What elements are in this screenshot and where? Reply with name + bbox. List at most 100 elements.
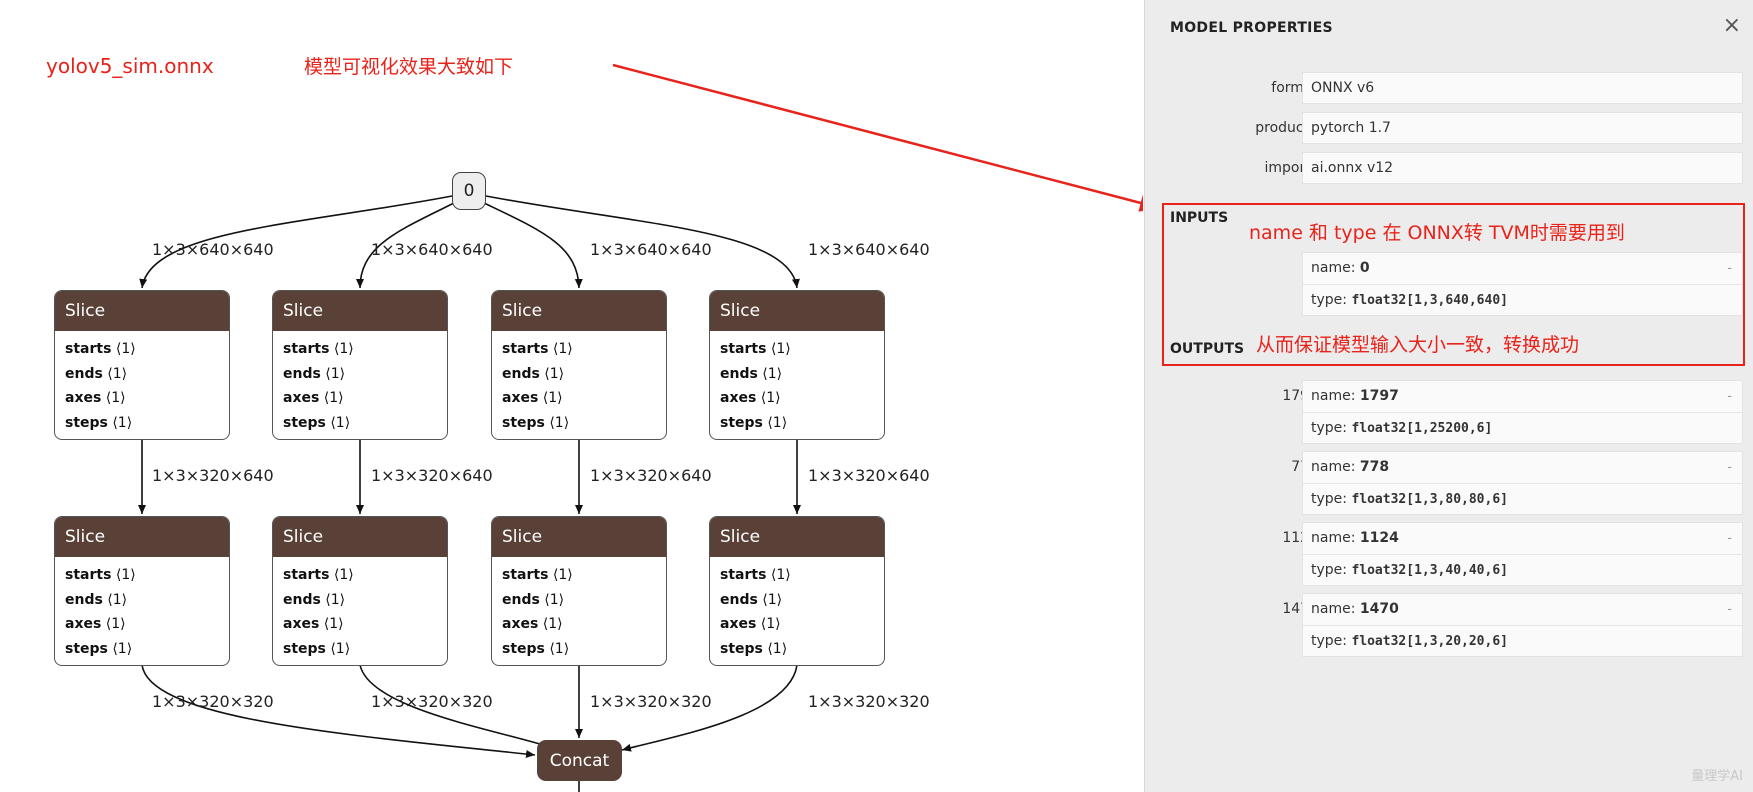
slice-node-attributes: starts ⟨1⟩ ends ⟨1⟩ axes ⟨1⟩ steps ⟨1⟩ (55, 557, 229, 665)
slice-node[interactable]: Slice starts ⟨1⟩ ends ⟨1⟩ axes ⟨1⟩ steps ⟨1⟩ (709, 290, 885, 440)
slice-attribute-steps: steps ⟨1⟩ (283, 637, 437, 662)
expand-dash-icon[interactable]: - (1727, 594, 1732, 625)
attribute-value: ⟨1⟩ (549, 414, 570, 431)
attribute-key: steps (502, 414, 545, 431)
slice-node[interactable]: Slice starts ⟨1⟩ ends ⟨1⟩ axes ⟨1⟩ steps ⟨1⟩ (491, 516, 667, 666)
file-title: yolov5_sim.onnx (46, 54, 214, 78)
argument-type-row: type: float32[1,3,80,80,6] (1303, 483, 1742, 515)
name-prefix: name: (1311, 530, 1360, 546)
expand-dash-icon[interactable]: - (1727, 381, 1732, 412)
argument-type: float32[1,25200,6] (1351, 421, 1493, 436)
slice-attribute-steps: steps ⟨1⟩ (502, 411, 656, 436)
attribute-value: ⟨1⟩ (762, 591, 783, 608)
attribute-key: steps (65, 640, 108, 657)
slice-attribute-steps: steps ⟨1⟩ (65, 637, 219, 662)
edge-label-input: 1×3×640×640 (371, 240, 493, 259)
close-icon[interactable]: × (1723, 15, 1741, 37)
argument-name: 1124 (1359, 530, 1399, 546)
slice-node[interactable]: Slice starts ⟨1⟩ ends ⟨1⟩ axes ⟨1⟩ steps ⟨1⟩ (54, 516, 230, 666)
slice-attribute-ends: ends ⟨1⟩ (720, 588, 874, 613)
attribute-key: axes (283, 390, 320, 406)
attribute-value: ⟨1⟩ (105, 390, 126, 406)
expand-dash-icon[interactable]: - (1727, 452, 1732, 483)
slice-attribute-ends: ends ⟨1⟩ (283, 362, 437, 387)
outputs-argument[interactable]: name: 778- type: float32[1,3,80,80,6] (1302, 451, 1743, 515)
attribute-value: ⟨1⟩ (323, 616, 344, 632)
outputs-argument[interactable]: name: 1797- type: float32[1,25200,6] (1302, 380, 1743, 444)
attribute-value: ⟨1⟩ (105, 616, 126, 632)
attribute-key: ends (65, 591, 103, 608)
slice-node-attributes: starts ⟨1⟩ ends ⟨1⟩ axes ⟨1⟩ steps ⟨1⟩ (273, 557, 447, 665)
name-prefix: name: (1311, 601, 1360, 617)
slice-node[interactable]: Slice starts ⟨1⟩ ends ⟨1⟩ axes ⟨1⟩ steps ⟨1⟩ (272, 516, 448, 666)
attribute-key: steps (720, 414, 763, 431)
slice-node-attributes: starts ⟨1⟩ ends ⟨1⟩ axes ⟨1⟩ steps ⟨1⟩ (55, 331, 229, 439)
graph-canvas[interactable]: yolov5_sim.onnx 模型可视化效果大致如下 0 1×3×640×64… (0, 0, 1143, 792)
attribute-value: ⟨1⟩ (112, 640, 133, 657)
slice-attribute-axes: axes ⟨1⟩ (283, 612, 437, 637)
argument-type: float32[1,3,80,80,6] (1351, 492, 1508, 507)
attribute-key: starts (65, 341, 112, 357)
attribute-key: axes (502, 616, 539, 632)
argument-name-row: name: 778 - (1303, 452, 1742, 483)
attribute-value: ⟨1⟩ (107, 365, 128, 382)
argument-type-row: type: float32[1,3,40,40,6] (1303, 554, 1742, 586)
attribute-key: ends (720, 591, 758, 608)
attribute-key: starts (720, 567, 767, 583)
attribute-value: ⟨1⟩ (767, 414, 788, 431)
slice-attribute-steps: steps ⟨1⟩ (720, 411, 874, 436)
attribute-value: ⟨1⟩ (552, 341, 573, 357)
outputs-argument[interactable]: name: 1470- type: float32[1,3,20,20,6] (1302, 593, 1743, 657)
type-prefix: type: (1311, 491, 1352, 507)
edge-label-mid: 1×3×320×640 (371, 466, 493, 485)
slice-attribute-ends: ends ⟨1⟩ (502, 588, 656, 613)
input-node[interactable]: 0 (452, 172, 486, 210)
outputs-argument[interactable]: name: 1124- type: float32[1,3,40,40,6] (1302, 522, 1743, 586)
prop-value-producer[interactable]: pytorch 1.7 (1302, 112, 1743, 144)
slice-node[interactable]: Slice starts ⟨1⟩ ends ⟨1⟩ axes ⟨1⟩ steps ⟨1⟩ (54, 290, 230, 440)
slice-node[interactable]: Slice starts ⟨1⟩ ends ⟨1⟩ axes ⟨1⟩ steps ⟨1⟩ (491, 290, 667, 440)
concat-node[interactable]: Concat (537, 740, 622, 781)
slice-attribute-axes: axes ⟨1⟩ (502, 386, 656, 411)
attribute-value: ⟨1⟩ (552, 567, 573, 583)
type-prefix: type: (1311, 633, 1352, 649)
slice-node[interactable]: Slice starts ⟨1⟩ ends ⟨1⟩ axes ⟨1⟩ steps ⟨1⟩ (709, 516, 885, 666)
name-prefix: name: (1311, 459, 1360, 475)
prop-value-format[interactable]: ONNX v6 (1302, 72, 1743, 104)
edge-label-out: 1×3×320×320 (808, 692, 930, 711)
slice-attribute-ends: ends ⟨1⟩ (720, 362, 874, 387)
edge-label-input: 1×3×640×640 (808, 240, 930, 259)
attribute-value: ⟨1⟩ (549, 640, 570, 657)
attribute-value: ⟨1⟩ (330, 414, 351, 431)
attribute-key: steps (502, 640, 545, 657)
slice-node[interactable]: Slice starts ⟨1⟩ ends ⟨1⟩ axes ⟨1⟩ steps ⟨1⟩ (272, 290, 448, 440)
attribute-value: ⟨1⟩ (115, 341, 136, 357)
expand-dash-icon[interactable]: - (1727, 523, 1732, 554)
slice-node-title: Slice (273, 291, 447, 331)
slice-attribute-steps: steps ⟨1⟩ (502, 637, 656, 662)
slice-attribute-ends: ends ⟨1⟩ (65, 588, 219, 613)
attribute-value: ⟨1⟩ (760, 616, 781, 632)
slice-node-title: Slice (55, 291, 229, 331)
argument-type: float32[1,3,20,20,6] (1351, 634, 1508, 649)
slice-node-attributes: starts ⟨1⟩ ends ⟨1⟩ axes ⟨1⟩ steps ⟨1⟩ (273, 331, 447, 439)
edge-label-out: 1×3×320×320 (152, 692, 274, 711)
slice-attribute-starts: starts ⟨1⟩ (502, 563, 656, 588)
argument-type-row: type: float32[1,3,20,20,6] (1303, 625, 1742, 657)
prop-value-imports[interactable]: ai.onnx v12 (1302, 152, 1743, 184)
attribute-key: ends (283, 591, 321, 608)
edge-label-input: 1×3×640×640 (590, 240, 712, 259)
slice-node-attributes: starts ⟨1⟩ ends ⟨1⟩ axes ⟨1⟩ steps ⟨1⟩ (492, 331, 666, 439)
slice-node-title: Slice (710, 291, 884, 331)
slice-node-title: Slice (55, 517, 229, 557)
attribute-value: ⟨1⟩ (542, 390, 563, 406)
slice-attribute-starts: starts ⟨1⟩ (65, 337, 219, 362)
attribute-key: ends (283, 365, 321, 382)
attribute-key: axes (65, 616, 102, 632)
attribute-value: ⟨1⟩ (770, 341, 791, 357)
attribute-key: steps (720, 640, 763, 657)
argument-type: float32[1,3,40,40,6] (1351, 563, 1508, 578)
type-prefix: type: (1311, 562, 1352, 578)
slice-attribute-starts: starts ⟨1⟩ (65, 563, 219, 588)
attribute-value: ⟨1⟩ (323, 390, 344, 406)
